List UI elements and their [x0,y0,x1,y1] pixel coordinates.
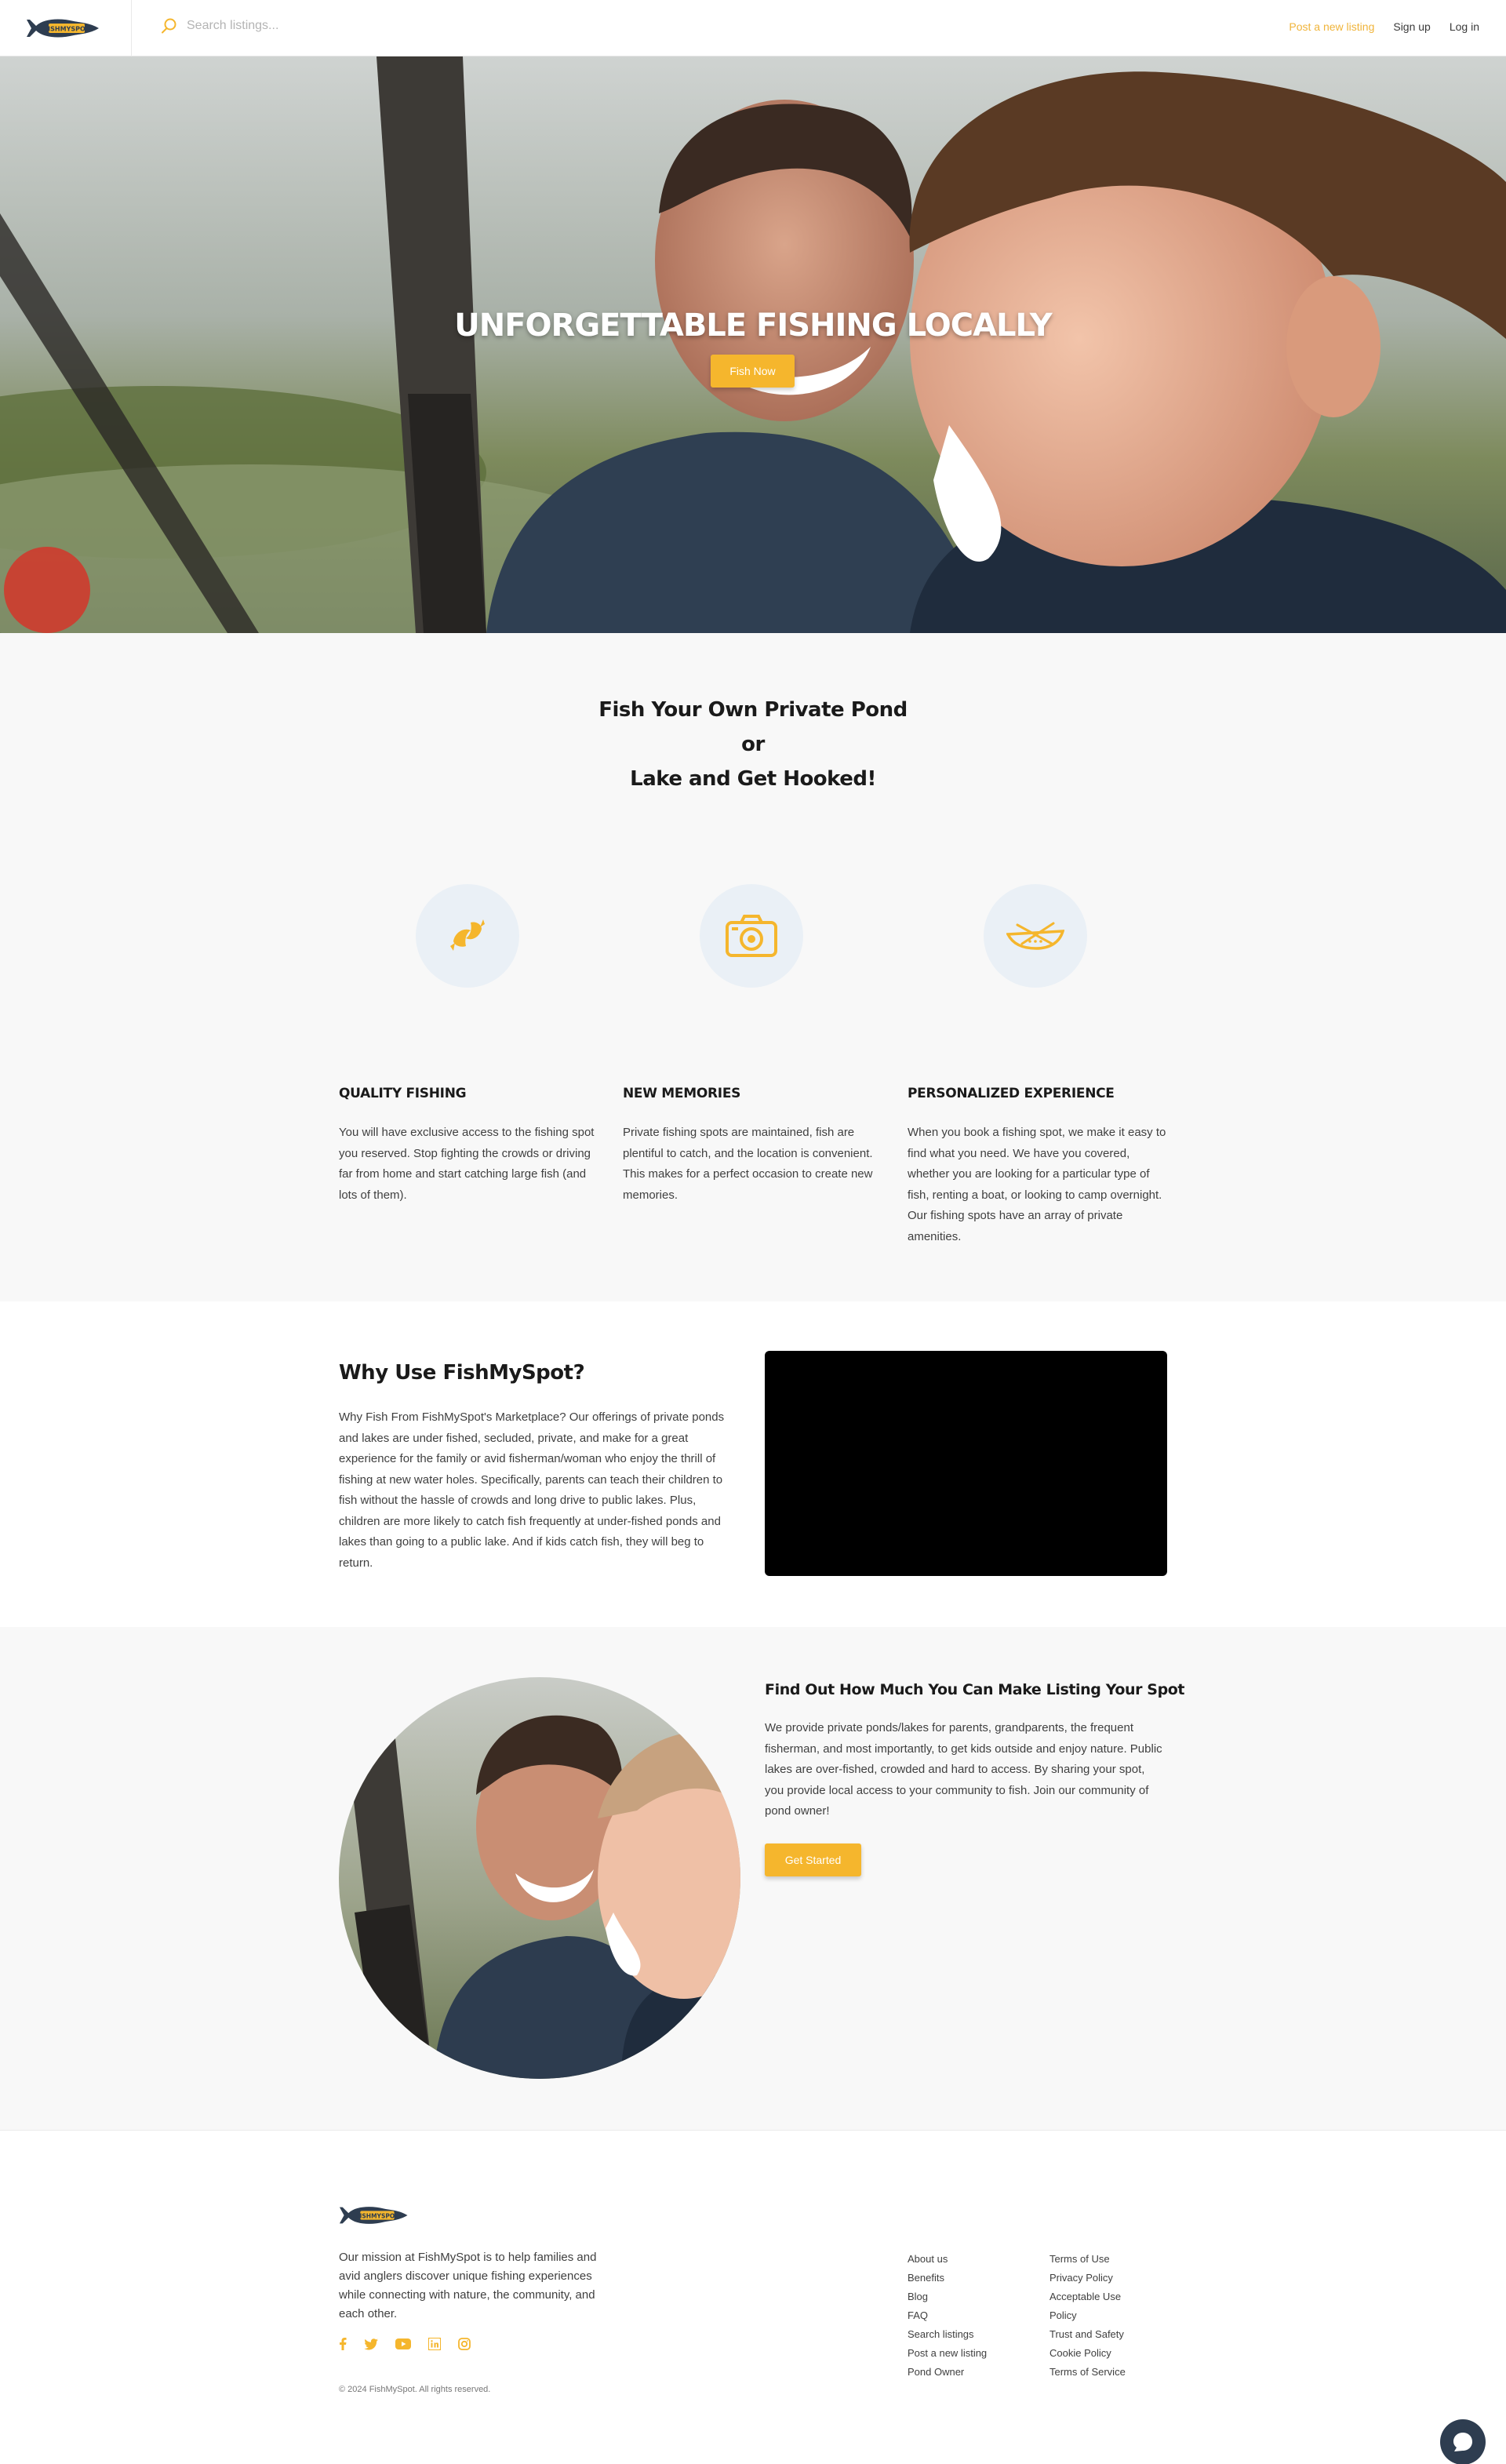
logo-fish-icon: FISHMYSPOT [26,19,99,38]
footer-link-blog[interactable]: Blog [908,2287,987,2306]
listing-section: Find Out How Much You Can Make Listing Y… [0,1627,1506,2131]
footer: FISHMYSPOT Our mission at FishMySpot is … [0,2131,1506,2464]
footer-link-acceptable-use-policy[interactable]: Policy [1049,2306,1126,2325]
nav-links: Post a new listing Sign up Log in [1289,20,1479,33]
instagram-icon[interactable] [458,2338,471,2350]
facebook-icon[interactable] [339,2338,347,2350]
footer-link-privacy-policy[interactable]: Privacy Policy [1049,2269,1126,2287]
search-bar[interactable]: Search listings... [160,17,278,35]
features-heading-line2: Lake and Get Hooked! [630,767,876,791]
boat-icon [1006,922,1064,950]
feature-title-personalized: Personalized Experience [908,1086,1115,1101]
footer-link-post-listing[interactable]: Post a new listing [908,2344,987,2363]
features-heading: Fish Your Own Private Pond or Lake and G… [596,693,910,796]
why-heading: Why Use FishMySpot? [339,1361,585,1385]
feature-title-quality: Quality Fishing [339,1086,467,1101]
camera-icon [726,915,777,957]
copyright-text: © 2024 FishMySpot. All rights reserved. [339,2385,491,2394]
listing-heading: Find Out How Much You Can Make Listing Y… [765,1681,1185,1698]
footer-link-terms-of-service[interactable]: Terms of Service [1049,2363,1126,2382]
feature-icon-circle-memories [700,884,803,988]
footer-link-terms-of-use[interactable]: Terms of Use [1049,2250,1126,2269]
footer-link-search-listings[interactable]: Search listings [908,2325,987,2344]
social-links [339,2338,471,2350]
chat-widget-button[interactable] [1440,2419,1486,2464]
footer-logo-text: FISHMYSPOT [355,2212,399,2219]
footer-links-column-1: About us Benefits Blog FAQ Search listin… [908,2250,987,2382]
feature-text-memories: Private fishing spots are maintained, fi… [623,1126,873,1202]
get-started-button[interactable]: Get Started [765,1843,861,1876]
footer-links-column-2: Terms of Use Privacy Policy Acceptable U… [1049,2250,1126,2382]
mission-text: Our mission at FishMySpot is to help fam… [339,2251,597,2320]
linkedin-icon[interactable] [428,2338,441,2350]
youtube-icon[interactable] [395,2338,411,2349]
hero-title: Unforgettable Fishing Locally [454,308,1053,344]
hero-section: Unforgettable Fishing Locally Fish Now [0,56,1506,633]
footer-link-benefits[interactable]: Benefits [908,2269,987,2287]
family-fishing-photo [339,1677,740,2079]
feature-icon-circle-quality [416,884,519,988]
twitter-icon[interactable] [364,2338,378,2350]
why-text: Why Fish From FishMySpot's Marketplace? … [339,1410,725,1570]
footer-link-faq[interactable]: FAQ [908,2306,987,2325]
logo-link[interactable]: FISHMYSPOT [0,0,132,56]
footer-link-acceptable-use[interactable]: Acceptable Use [1049,2287,1126,2306]
fish-now-button[interactable]: Fish Now [711,355,795,388]
search-icon [162,18,176,34]
features-section: Fish Your Own Private Pond or Lake and G… [0,633,1506,1301]
why-section: Why Use FishMySpot? Why Fish From FishMy… [0,1301,1506,1627]
feature-text-personalized: When you book a fishing spot, we make it… [908,1126,1166,1243]
feature-icon-circle-personalized [984,884,1087,988]
listing-text: We provide private ponds/lakes for paren… [765,1721,1162,1818]
top-navigation-bar: FISHMYSPOT Search listings... Post a new… [0,0,1506,56]
footer-link-pond-owner[interactable]: Pond Owner [908,2363,987,2382]
post-listing-link[interactable]: Post a new listing [1289,20,1374,33]
video-player[interactable] [765,1351,1167,1576]
signup-link[interactable]: Sign up [1393,20,1430,33]
chat-bubble-icon [1453,2433,1472,2451]
footer-logo-fish-icon: FISHMYSPOT [339,2207,408,2224]
features-heading-line1: Fish Your Own Private Pond or [598,698,908,756]
footer-link-about[interactable]: About us [908,2250,987,2269]
fish-icon [450,919,485,951]
search-input[interactable]: Search listings... [187,19,278,33]
footer-link-trust-safety[interactable]: Trust and Safety [1049,2325,1126,2344]
feature-title-memories: New Memories [623,1086,741,1101]
feature-text-quality: You will have exclusive access to the fi… [339,1126,595,1202]
footer-link-cookie-policy[interactable]: Cookie Policy [1049,2344,1126,2363]
footer-logo[interactable]: FISHMYSPOT [339,2203,414,2232]
login-link[interactable]: Log in [1450,20,1479,33]
hero-photo [0,56,1506,633]
logo-text: FISHMYSPOT [43,26,89,33]
